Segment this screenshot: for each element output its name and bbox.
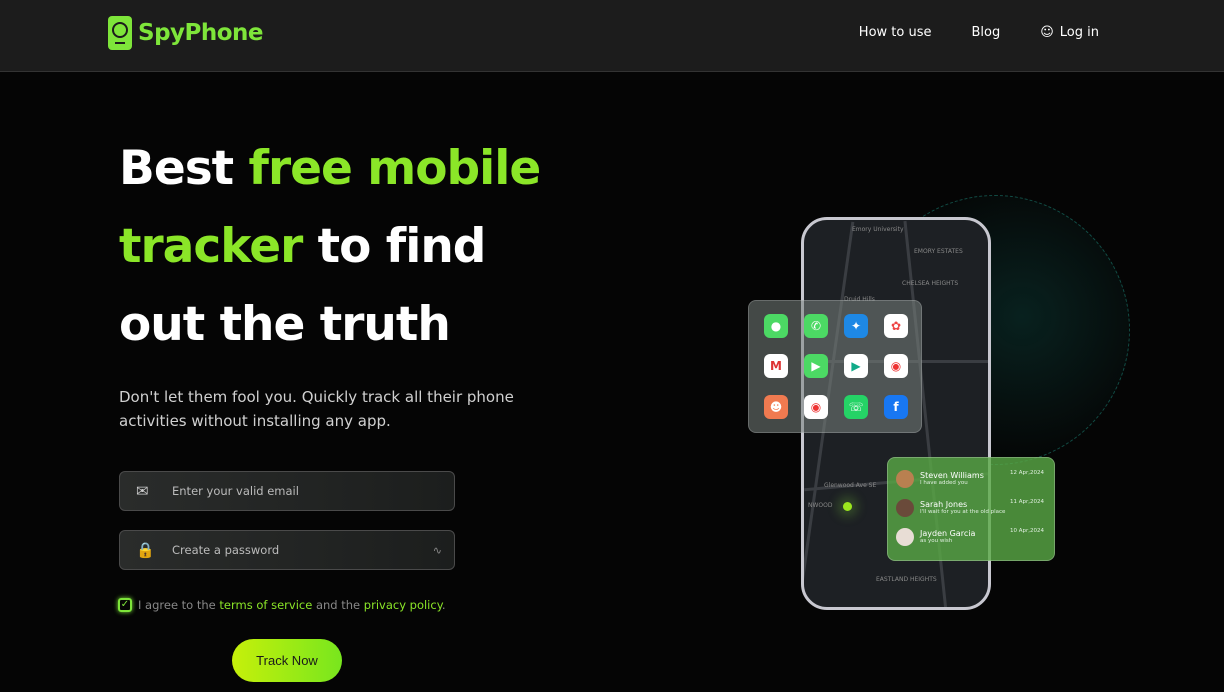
hero-text: out the truth (119, 297, 451, 352)
map-label: Emory University (852, 226, 904, 233)
map-label: EMORY ESTATES (914, 248, 963, 255)
map-label: Glenwood Ave SE (824, 482, 877, 489)
agree-text: I agree to the terms of service and the … (138, 598, 446, 612)
maps-icon: ◉ (804, 394, 828, 419)
hero-title: Best free mobile tracker to find out the t… (119, 130, 579, 364)
message-item: Steven Williams I have added you 12 Apr,20… (896, 464, 1046, 493)
email-placeholder: Enter your valid email (172, 484, 299, 498)
envelope-icon: ✉ (136, 482, 149, 500)
nav-blog[interactable]: Blog (971, 25, 1000, 40)
privacy-link[interactable]: privacy policy (364, 598, 442, 612)
play-store-icon: ▶ (844, 354, 868, 379)
message-sender: Steven Williams (920, 471, 984, 480)
phone-icon: ✆ (804, 314, 828, 338)
map-label: EASTLAND HEIGHTS (876, 576, 937, 583)
gmail-icon: M (764, 354, 788, 379)
header: SpyPhone How to use Blog ☺ Log in (0, 0, 1224, 72)
login-label: Log in (1059, 25, 1099, 40)
message-item: Jayden Garcia as you wish 10 Apr,2024 (896, 522, 1046, 551)
eye-closed-icon[interactable]: ∿ (433, 544, 442, 557)
messages-icon: ● (764, 314, 788, 338)
messages-card: Steven Williams I have added you 12 Apr,20… (887, 457, 1055, 561)
hero-text: Best (119, 141, 249, 196)
chrome-icon: ◉ (884, 354, 908, 379)
nav-how-to-use[interactable]: How to use (859, 25, 932, 40)
hero-text: to find (302, 219, 487, 274)
message-date: 10 Apr,2024 (1009, 528, 1044, 534)
user-icon: ☺ (1040, 25, 1054, 40)
message-text: as you wish (920, 538, 953, 544)
brand-name: SpyPhone (138, 20, 264, 46)
track-now-button[interactable]: Track Now (232, 639, 342, 682)
password-input[interactable]: 🔒 Create a password ∿ (119, 530, 455, 570)
agree-text-part: I agree to the (138, 598, 220, 612)
facebook-icon: f (884, 394, 908, 419)
message-date: 11 Apr,2024 (1009, 499, 1044, 505)
hero-highlight: tracker (119, 219, 303, 274)
nav-login[interactable]: ☺ Log in (1040, 25, 1099, 40)
message-item: Sarah Jones I'll wait for you at the old … (896, 493, 1046, 522)
agree-checkbox[interactable]: ✓ (118, 598, 132, 612)
facetime-icon: ▶ (804, 354, 828, 379)
spyphone-logo-icon (108, 16, 132, 50)
location-dot (843, 502, 852, 511)
safari-icon: ✦ (844, 314, 868, 338)
message-text: I'll wait for you at the old place (920, 509, 1006, 515)
contacts-icon: ☻ (764, 394, 788, 419)
agree-text-part: . (441, 598, 446, 612)
photos-icon: ✿ (884, 314, 908, 338)
map-label: CHELSEA HEIGHTS (902, 280, 959, 287)
logo[interactable]: SpyPhone (108, 16, 264, 50)
agree-row: ✓ I agree to the terms of service and th… (118, 598, 446, 612)
hero-highlight: free mobile (248, 141, 542, 196)
agree-text-part: and the (312, 598, 364, 612)
whatsapp-icon: ☏ (844, 394, 868, 419)
avatar (896, 527, 914, 546)
avatar (896, 498, 914, 517)
hero-subtitle: Don't let them fool you. Quickly track a… (119, 388, 514, 430)
map-label: NWOOD (808, 502, 833, 509)
password-placeholder: Create a password (172, 543, 280, 557)
message-date: 12 Apr,2024 (1009, 470, 1044, 476)
app-grid: ● ✆ ✦ ✿ M ▶ ▶ ◉ ☻ ◉ ☏ f (748, 300, 922, 433)
lock-icon: 🔒 (136, 541, 155, 559)
message-sender: Sarah Jones (920, 500, 968, 509)
terms-link[interactable]: terms of service (219, 598, 312, 612)
message-sender: Jayden Garcia (920, 529, 976, 538)
message-text: I have added you (920, 480, 968, 486)
avatar (896, 469, 914, 488)
nav: How to use Blog ☺ Log in (859, 25, 1099, 40)
email-input[interactable]: ✉ Enter your valid email (119, 471, 455, 511)
